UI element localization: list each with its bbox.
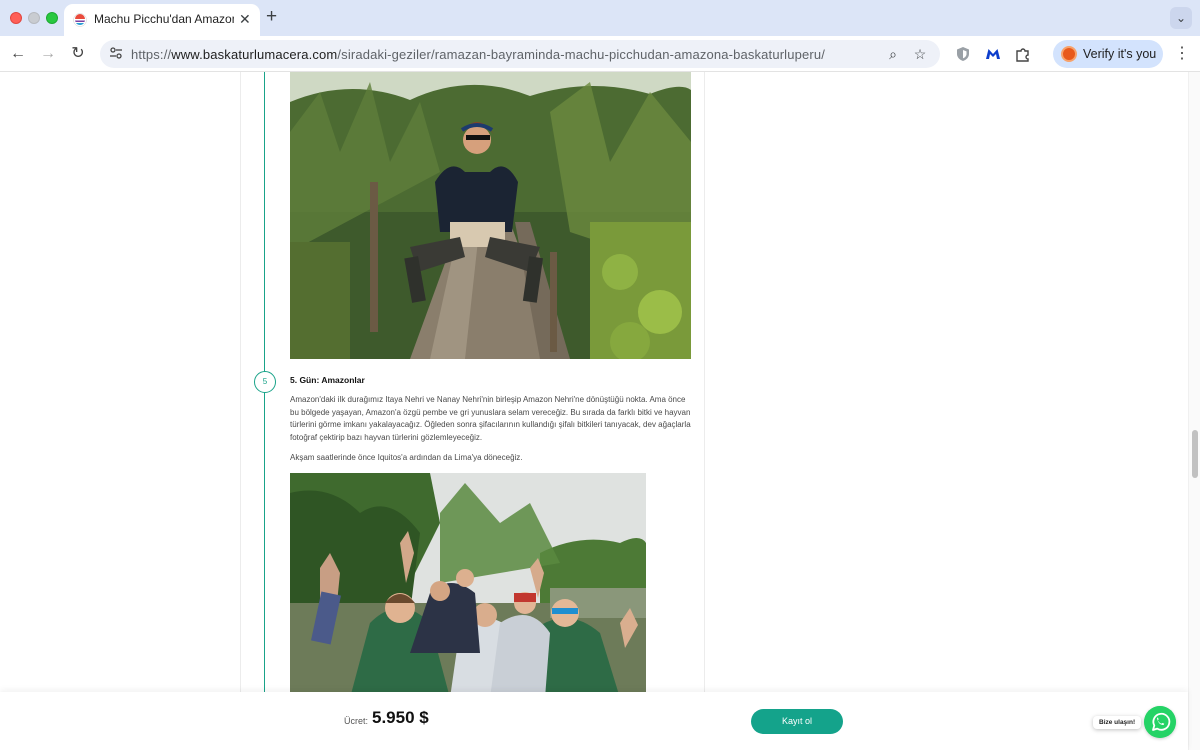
browser-menu-icon[interactable]: ⋮	[1174, 43, 1190, 63]
day-description-evening: Akşam saatlerinde önce Iquitos'a ardında…	[290, 453, 523, 462]
browser-toolbar: ← → ↻ https://www.baskaturlumacera.com/s…	[0, 36, 1200, 72]
zoom-icon[interactable]: ⌕	[884, 45, 902, 63]
day-number-badge: 5	[254, 371, 276, 393]
booking-bar: Ücret: 5.950 $ Kayıt ol Bize ulaşın!	[0, 692, 1188, 750]
profile-avatar	[1061, 46, 1077, 62]
register-button[interactable]: Kayıt ol	[751, 709, 843, 734]
river-group-photo	[290, 473, 646, 698]
day-title: 5. Gün: Amazonlar	[290, 375, 365, 385]
close-window-button[interactable]	[10, 12, 22, 24]
browser-tab[interactable]: Machu Picchu'dan Amazon'a Başka Turlu Pe…	[64, 4, 260, 36]
site-favicon-icon	[73, 13, 87, 27]
verify-account-button[interactable]: Verify it's you	[1053, 40, 1163, 68]
url-path: /siradaki-geziler/ramazan-bayraminda-mac…	[337, 47, 825, 62]
url-scheme: https://	[131, 47, 172, 62]
address-bar[interactable]: https://www.baskaturlumacera.com/siradak…	[100, 40, 940, 68]
whatsapp-icon[interactable]	[1144, 706, 1176, 738]
page-viewport: 5 5. Gün: Amazonlar Amazon'daki ilk dura…	[0, 72, 1188, 750]
url-host: www.baskaturlumacera.com	[171, 47, 338, 62]
boardwalk-photo	[290, 72, 691, 359]
site-info-icon[interactable]	[109, 46, 123, 60]
forward-button[interactable]: →	[37, 43, 59, 65]
scrollbar-thumb[interactable]	[1192, 430, 1198, 478]
price-value: 5.950 $	[372, 708, 429, 727]
bookmark-star-icon[interactable]: ☆	[911, 45, 929, 63]
verify-label: Verify it's you	[1083, 47, 1157, 61]
url-text[interactable]: https://www.baskaturlumacera.com/siradak…	[131, 47, 825, 62]
price-label: Ücret:	[344, 716, 369, 726]
minimize-window-button[interactable]	[28, 12, 40, 24]
reload-button[interactable]: ↻	[67, 43, 89, 65]
extensions-puzzle-icon[interactable]	[1014, 45, 1032, 63]
page-scrollbar[interactable]	[1188, 72, 1200, 750]
tab-strip: Machu Picchu'dan Amazon'a Başka Turlu Pe…	[0, 0, 1200, 36]
malwarebytes-extension-icon[interactable]	[984, 45, 1002, 63]
tab-search-button[interactable]: ⌄	[1170, 7, 1192, 29]
maximize-window-button[interactable]	[46, 12, 58, 24]
tab-title: Machu Picchu'dan Amazon'a Başka Turlu Pe…	[94, 12, 234, 26]
new-tab-button[interactable]: +	[266, 6, 277, 28]
back-button[interactable]: ←	[7, 43, 29, 65]
shield-extension-icon[interactable]	[954, 45, 972, 63]
contact-us-bubble[interactable]: Bize ulaşın!	[1093, 716, 1142, 729]
tab-close-icon[interactable]: ✕	[239, 11, 251, 28]
day-description: Amazon'daki ilk durağımız Itaya Nehri ve…	[290, 395, 691, 442]
